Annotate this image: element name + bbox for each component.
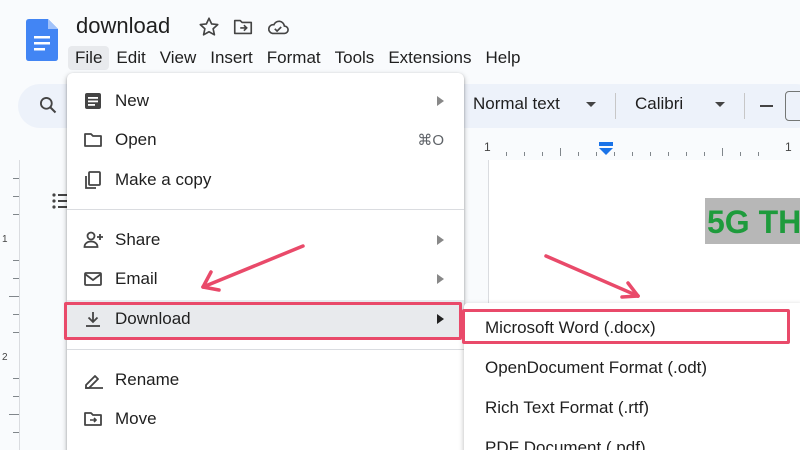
annotation-arrow-icon <box>201 244 305 292</box>
annotation-arrows <box>201 244 640 299</box>
annotation-arrow-icon <box>544 254 640 299</box>
